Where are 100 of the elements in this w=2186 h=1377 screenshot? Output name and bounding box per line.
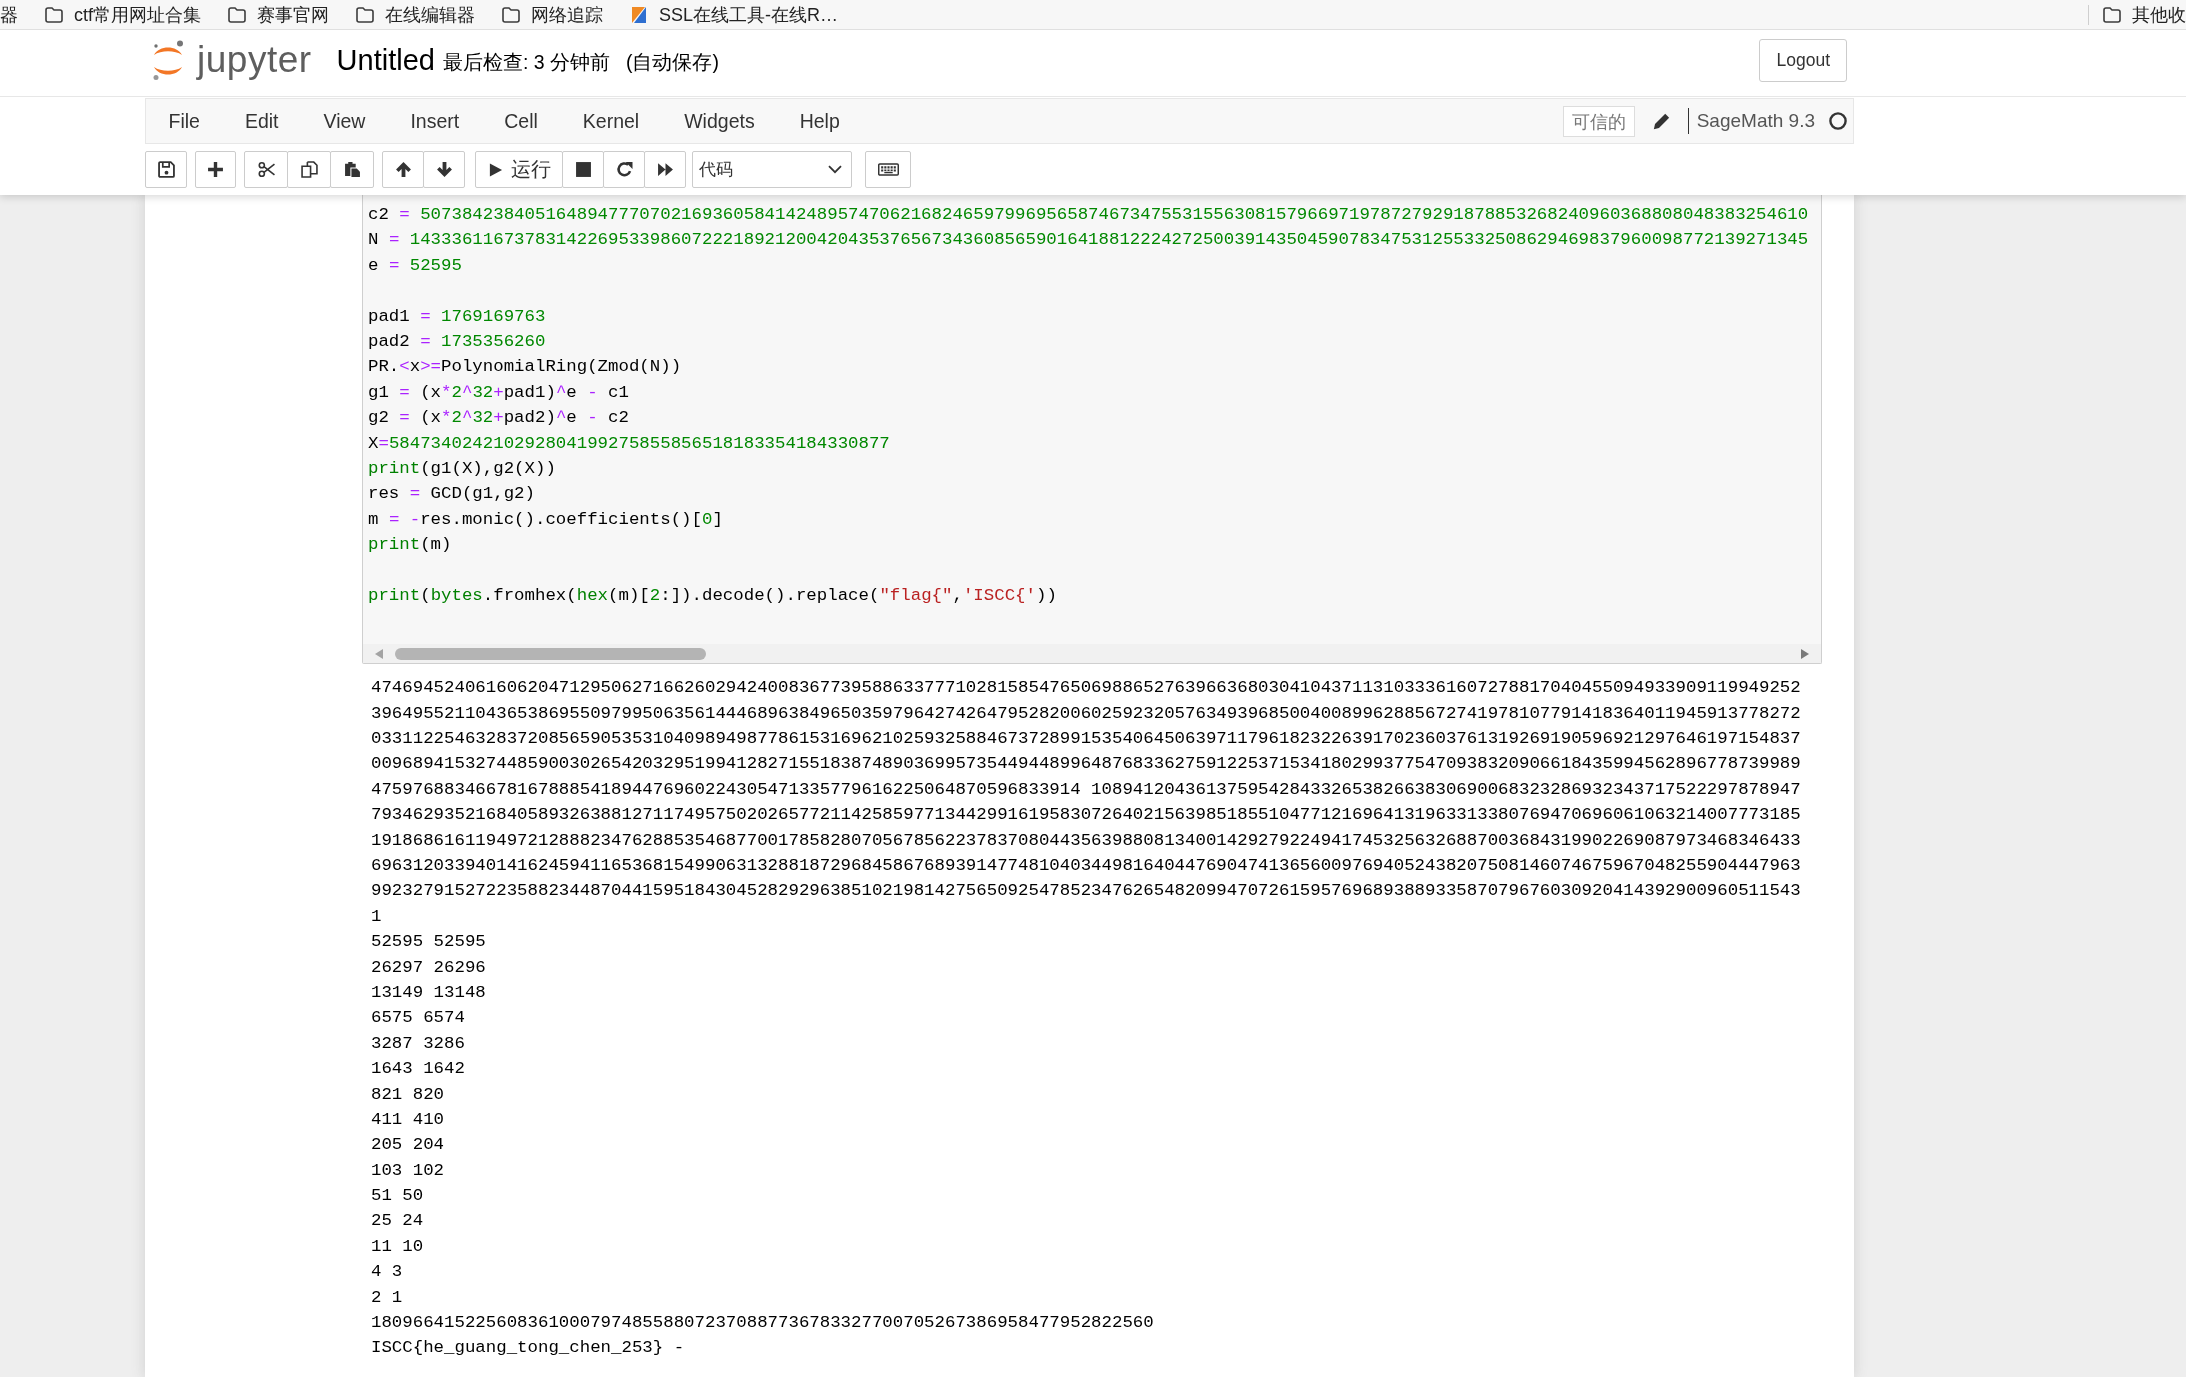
output-line: 19186861611949721288823476288535468770017858280705678562237837080443563988081340014292792249417453256326887003684319902269087973468346433 [371, 829, 1802, 852]
copy-icon [300, 161, 318, 178]
bookmark-link[interactable]: 在线编辑器 [356, 3, 475, 26]
scroll-right-arrow-icon[interactable] [1801, 648, 1809, 659]
menu-item[interactable]: Kernel [560, 99, 662, 143]
output-line: 52595 52595 [371, 931, 487, 954]
output-line: ISCC{he_guang_tong_chen_253} - [371, 1337, 686, 1360]
move-down-button[interactable] [423, 151, 465, 188]
stop-icon [574, 161, 592, 178]
insert-cell-button[interactable] [195, 151, 236, 188]
output-line: 69631203394014162459411653681549906313288187296845867689391477481040344981640447690474136560097694052438207508146074675967048255904447963 [371, 855, 1802, 877]
autosave-status: (自动保存) [626, 49, 719, 75]
code-editor[interactable] [362, 195, 1822, 665]
bookmark-link[interactable]: 其他收 [2103, 3, 2186, 26]
save-button[interactable] [145, 151, 187, 188]
code-line: c2 = 5073842384051648947770702169360584142489574706216824659799695658746734755315563081579669719787279291878853268240960368808048383254610 [368, 204, 1810, 226]
output-line: 411 410 [371, 1108, 446, 1131]
output-line: 03311225463283720856590535310409894987786153169621025932588467372899153540645063971179618232263917023603761319269190596921297646197154837 [371, 728, 1802, 751]
output-line: 180966415225608361000797485588072370887736783327700705267386958477952822560 [371, 1312, 1155, 1334]
plus-icon [207, 161, 224, 178]
pencil-icon [1652, 112, 1670, 130]
horizontal-scrollbar[interactable] [363, 644, 1821, 664]
output-line: 47597688346678167888541894476960224305471335779616225064870596833914 10894120436137595428433265382663830690068323286932343717522297878947 [371, 778, 1802, 801]
bookmark-link[interactable]: 赛事官网 [228, 3, 329, 26]
output-line: 13149 13148 [371, 981, 487, 1004]
menu-item[interactable]: Help [777, 99, 863, 143]
output-line: 3287 3286 [371, 1032, 466, 1055]
checkpoint-status: 最后检查: 3 分钟前 [442, 49, 610, 75]
cell-type-select[interactable]: 代码 [692, 151, 852, 188]
folder-icon [45, 6, 63, 23]
code-line: pad2 = 1735356260 [368, 330, 547, 353]
logo-icon [153, 39, 184, 81]
kernel-name: SageMath 9.3 [1696, 110, 1815, 132]
notebook-title[interactable]: Untitled [336, 43, 435, 77]
code-line: g1 = (x*2^32+pad1)^e - c1 [368, 381, 630, 404]
bookmark-link[interactable]: 器 [0, 3, 18, 26]
favicon-icon [630, 5, 648, 24]
bookmark-link[interactable]: ctf常用网址合集 [45, 3, 201, 26]
refresh-icon [615, 161, 633, 178]
output-line: 2 1 [371, 1286, 404, 1309]
output-line: 103 102 [371, 1159, 446, 1182]
scissors-icon [257, 161, 275, 178]
keyboard-button[interactable] [865, 151, 911, 188]
clipboard-icon [343, 161, 361, 178]
keyboard-icon [877, 163, 899, 176]
trusted-badge[interactable]: 可信的 [1562, 105, 1635, 137]
output-line: 99232791527223588234487044159518430452829296385102198142756509254785234762654820994707261595769689388933587079676030920414392900960511543 [371, 880, 1802, 903]
output-line: 1 [371, 905, 383, 928]
run-button[interactable]: 运行 [475, 151, 563, 188]
menu-item[interactable]: Cell [481, 99, 561, 143]
folder-icon [502, 6, 520, 23]
run-all-button[interactable] [644, 151, 686, 188]
output-line: 11 10 [371, 1235, 425, 1258]
logout-button[interactable]: Logout [1759, 38, 1847, 82]
save-icon [157, 161, 175, 178]
fast-forward-icon [656, 161, 674, 178]
move-up-button[interactable] [382, 151, 424, 188]
folder-icon [228, 6, 246, 23]
cut-button[interactable] [244, 151, 288, 188]
code-line: g2 = (x*2^32+pad2)^e - c2 [368, 407, 630, 430]
output-line: 205 204 [371, 1134, 446, 1157]
play-icon [487, 161, 503, 178]
code-line: m = -res.monic().coefficients()[0] [368, 508, 724, 531]
output-line: 51 50 [371, 1185, 425, 1208]
code-line: print(g1(X),g2(X)) [368, 457, 557, 480]
menu-item[interactable]: File [146, 99, 223, 143]
code-line: e = 52595 [368, 254, 463, 277]
bookmark-link[interactable]: 网络追踪 [502, 3, 603, 26]
stop-button[interactable] [562, 151, 604, 188]
output-line: 1643 1642 [371, 1058, 466, 1081]
code-line: pad1 = 1769169763 [368, 305, 547, 328]
output-line: 6575 6574 [371, 1007, 466, 1030]
arrow-up-icon [394, 161, 412, 178]
code-line: print(bytes.fromhex(hex(m)[2:]).decode().replace("flag{",'ISCC{')) [368, 584, 1058, 607]
code-line: PR.<x>=PolynomialRing(Zmod(N)) [368, 356, 683, 379]
paste-button[interactable] [330, 151, 374, 188]
output-line: 26297 26296 [371, 956, 487, 979]
logo-link[interactable]: jupyter [153, 39, 312, 81]
bookmark-link[interactable]: SSL在线工具-在线R… [630, 3, 839, 26]
output-line: 25 24 [371, 1210, 425, 1233]
caret-icon [828, 165, 842, 174]
scrollbar-thumb[interactable] [395, 647, 706, 660]
folder-icon [2103, 6, 2121, 23]
output-line: 4 3 [371, 1261, 404, 1284]
restart-button[interactable] [603, 151, 645, 188]
copy-button[interactable] [287, 151, 331, 188]
menu-item[interactable]: Edit [222, 99, 302, 143]
output-line: 47469452406160620471295062716626029424008367739588633777102815854765069886527639663680304104371131033361607278817040455094933909119949252 [371, 677, 1802, 700]
output-line: 821 820 [371, 1083, 446, 1106]
output-line: 79346293521684058932638812711749575020265772114258597713442991619583072640215639851855104771216964131963313380769470696061063214007773185 [371, 804, 1802, 827]
menu-item[interactable]: Insert [387, 99, 482, 143]
code-line: print(m) [368, 534, 453, 557]
code-line: X=584734024210292804199275855856518183354184330877 [368, 432, 891, 455]
code-line: N = 14333611673783142269533986072221892120042043537656734360856590164188122242725003914350459078347531255332508629469837960098772139271345 [368, 229, 1810, 252]
folder-icon [356, 6, 374, 23]
output-line: 00968941532744859003026542032951994128271551838748903699573544944899648768336275912253715341802993775470938320906618435994562896778739989 [371, 753, 1802, 776]
menu-item[interactable]: Widgets [661, 99, 778, 143]
output-line: 39649552110436538695509799506356144468963849650359796427426479528200602592320576349396850040089962885672741978107791418364011945913778272 [371, 702, 1802, 725]
menu-item[interactable]: View [301, 99, 388, 143]
code-line: res = GCD(g1,g2) [368, 483, 536, 506]
